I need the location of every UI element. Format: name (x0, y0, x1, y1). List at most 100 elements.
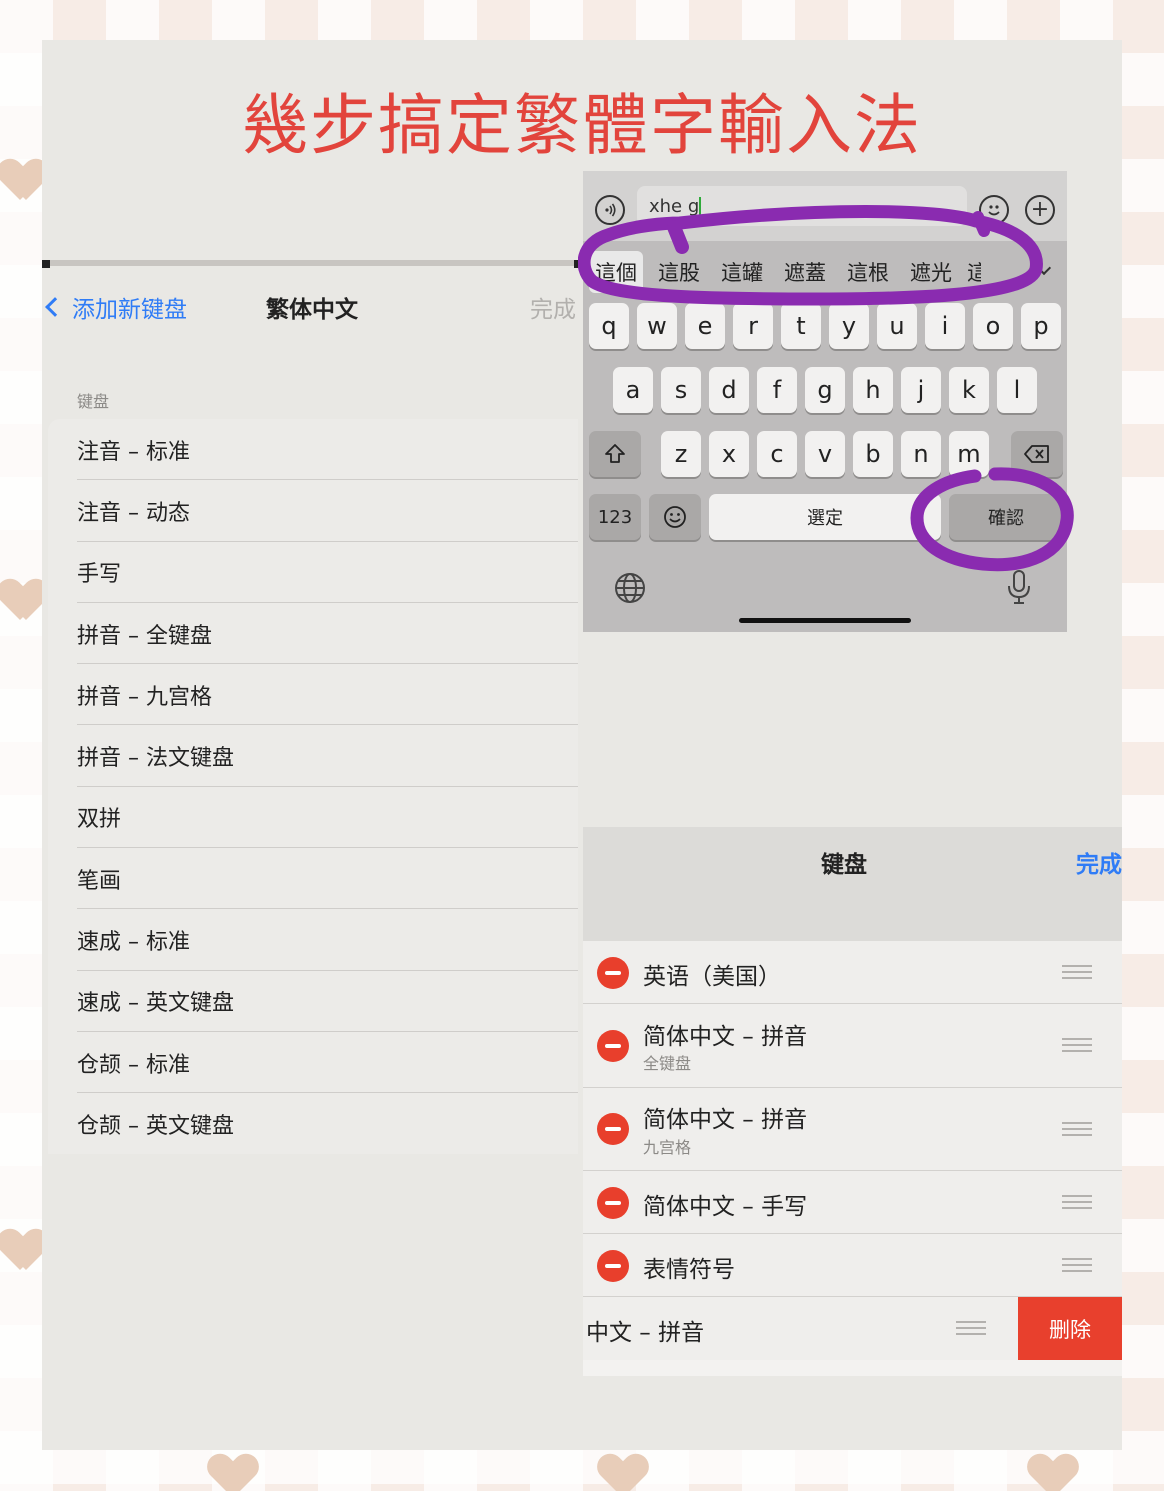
installed-keyboard-list: 英语（美国） 简体中文 – 拼音 全键盘 简体中文 – 拼音 九宫格 简体中文 … (583, 941, 1122, 1376)
keyboard-option[interactable]: 速成 – 标准 (48, 909, 578, 971)
list-item: 简体中文 – 手写 (583, 1171, 1122, 1234)
confirm-key[interactable]: 確認 (949, 494, 1063, 540)
key[interactable]: z (661, 431, 701, 477)
reorder-handle-icon[interactable] (1062, 1195, 1092, 1209)
key[interactable]: r (733, 303, 773, 349)
reorder-handle-icon[interactable] (956, 1321, 986, 1335)
shift-icon (605, 444, 625, 463)
keyboard-option[interactable]: 拼音 – 法文键盘 (48, 725, 578, 788)
key[interactable]: c (757, 431, 797, 477)
keyboard-option[interactable]: 拼音 – 九宫格 (48, 664, 578, 726)
keyboard-option[interactable]: 注音 – 标准 (48, 419, 578, 481)
left-nav-bar: 添加新键盘 繁体中文 完成 (42, 270, 582, 342)
swiped-list-item: 中文 – 拼音 删除 (583, 1297, 1122, 1360)
key[interactable]: e (685, 303, 725, 349)
reorder-handle-icon[interactable] (1062, 1122, 1092, 1136)
keyboard-option[interactable]: 仓颉 – 英文键盘 (48, 1093, 578, 1154)
emoji-icon[interactable] (979, 195, 1009, 225)
text-caret (699, 197, 702, 217)
key[interactable]: i (925, 303, 965, 349)
key[interactable]: u (877, 303, 917, 349)
section-header: 键盘 (77, 392, 110, 411)
nav-title: 键盘 (821, 852, 867, 878)
keyboard-screenshot: xhe g + 這個 這股 這罐 遮蓋 這根 遮光 這 q w e r t y … (583, 171, 1067, 632)
key[interactable]: t (781, 303, 821, 349)
key[interactable]: h (853, 367, 893, 413)
plus-icon[interactable]: + (1025, 195, 1055, 225)
keyboard-name: 中文 – 拼音 (586, 1320, 705, 1346)
remove-icon[interactable] (597, 1113, 629, 1145)
candidate-word[interactable]: 這個 (589, 251, 643, 293)
numbers-key[interactable]: 123 (589, 494, 641, 540)
remove-icon[interactable] (597, 1187, 629, 1219)
keyboard-layout: 全键盘 (643, 1054, 692, 1073)
candidate-word[interactable]: 遮光 (904, 251, 958, 293)
backspace-icon (1024, 445, 1049, 463)
candidate-bar: 這個 這股 這罐 遮蓋 這根 遮光 這 (583, 245, 1067, 299)
done-button[interactable]: 完成 (1076, 845, 1122, 879)
candidate-word[interactable]: 這 (967, 251, 981, 293)
heart-decoration-icon (0, 580, 46, 620)
keyboard-option[interactable]: 拼音 – 全键盘 (48, 603, 578, 665)
key[interactable]: j (901, 367, 941, 413)
keyboard-option[interactable]: 速成 – 英文键盘 (48, 971, 578, 1033)
key[interactable]: d (709, 367, 749, 413)
space-key[interactable]: 選定 (709, 494, 941, 540)
candidate-word[interactable]: 這根 (841, 251, 895, 293)
reorder-handle-icon[interactable] (1062, 1038, 1092, 1052)
key[interactable]: w (637, 303, 677, 349)
microphone-icon[interactable] (1005, 569, 1033, 605)
key[interactable]: y (829, 303, 869, 349)
key[interactable]: f (757, 367, 797, 413)
emoji-key[interactable] (649, 494, 701, 540)
delete-button[interactable]: 删除 (1018, 1297, 1122, 1360)
key[interactable]: p (1021, 303, 1061, 349)
list-item: 简体中文 – 拼音 九宫格 (583, 1088, 1122, 1171)
back-button[interactable]: 添加新键盘 (42, 290, 187, 324)
key[interactable]: l (997, 367, 1037, 413)
text-input[interactable]: xhe g (637, 186, 967, 226)
key[interactable]: s (661, 367, 701, 413)
key[interactable]: q (589, 303, 629, 349)
list-item: 简体中文 – 拼音 全键盘 (583, 1004, 1122, 1088)
reorder-handle-icon[interactable] (1062, 1258, 1092, 1272)
done-button[interactable]: 完成 (530, 290, 576, 324)
remove-icon[interactable] (597, 1250, 629, 1282)
keyboard-name: 简体中文 – 拼音 (643, 1024, 808, 1050)
heart-decoration-icon (0, 1230, 46, 1270)
list-item: 表情符号 (583, 1234, 1122, 1297)
reorder-handle-icon[interactable] (1062, 965, 1092, 979)
remove-icon[interactable] (597, 957, 629, 989)
emoji-icon (664, 506, 686, 528)
key[interactable]: k (949, 367, 989, 413)
chevron-down-icon[interactable] (1036, 260, 1052, 276)
keyboard-option[interactable]: 注音 – 动态 (48, 480, 578, 542)
keyboard-option[interactable]: 笔画 (48, 848, 578, 910)
candidate-word[interactable]: 這罐 (715, 251, 769, 293)
speaker-icon[interactable] (595, 195, 625, 225)
keyboard-option[interactable]: 仓颉 – 标准 (48, 1032, 578, 1094)
candidate-word[interactable]: 遮蓋 (778, 251, 832, 293)
shift-key[interactable] (589, 431, 641, 477)
keyboard-layout: 九宫格 (643, 1138, 692, 1157)
key[interactable]: m (949, 431, 989, 477)
keyboard-option[interactable]: 手写 (48, 542, 578, 604)
key[interactable]: b (853, 431, 893, 477)
key[interactable]: a (613, 367, 653, 413)
key[interactable]: g (805, 367, 845, 413)
remove-icon[interactable] (597, 1030, 629, 1062)
keyboard-option[interactable]: 双拼 (48, 787, 578, 849)
page-title: 幾步搞定繁體字輸入法 (242, 87, 922, 164)
key[interactable]: v (805, 431, 845, 477)
heart-decoration-icon (600, 1455, 646, 1491)
candidate-word[interactable]: 這股 (652, 251, 706, 293)
key[interactable]: n (901, 431, 941, 477)
key[interactable]: o (973, 303, 1013, 349)
key[interactable]: x (709, 431, 749, 477)
screen-top-edge (42, 260, 582, 268)
keyboard-option-list: 注音 – 标准 注音 – 动态 手写 拼音 – 全键盘 拼音 – 九宫格 拼音 … (48, 419, 578, 1154)
globe-icon[interactable] (613, 571, 647, 605)
home-indicator (739, 618, 911, 623)
heart-decoration-icon (1030, 1455, 1076, 1491)
backspace-key[interactable] (1011, 431, 1063, 477)
